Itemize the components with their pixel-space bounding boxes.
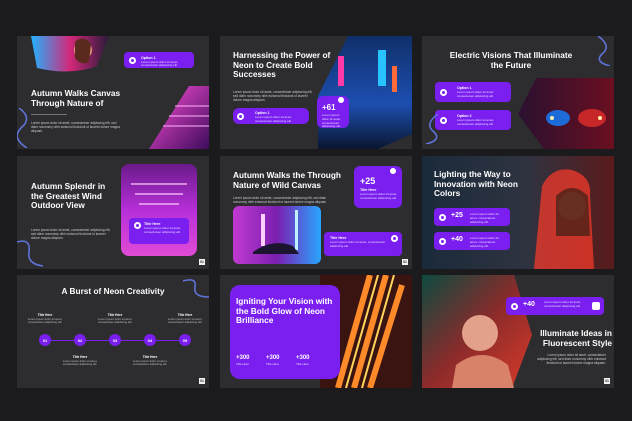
neon-car-photo [233,206,321,264]
timeline-step-05[interactable]: 05 [179,334,191,346]
stat-text: Lorem ipsum dolor sit amet, consectetuer… [470,212,499,224]
timeline-step-text: Lorem ipsum dolor sit amet, consectetuer… [167,317,203,325]
option-text: Lorem ipsum dolor sit amet, consectetuer… [141,59,179,68]
slide-body: Lorem ipsum dolor sit amet, consectetuer… [233,196,328,205]
slide-title: Autumn Splendr in the Greatest Wind Outd… [31,181,106,211]
card-dot-icon [391,235,398,242]
wave-decoration [597,36,611,66]
slide-8[interactable]: Igniting Your Vision with the Bold Glow … [220,275,412,388]
wave-decoration [17,240,43,267]
timeline-step-text: Lorem ipsum dolor sit amet, consectetuer… [62,359,98,367]
option-dot-icon [129,56,136,64]
slide-5[interactable]: Autumn Walks the Through Nature of Wild … [220,156,412,269]
stat-card-2[interactable]: +40 Lorem ipsum dolor sit amet, consecte… [434,232,510,250]
stat-text: Lorem ipsum dolor sit amet, consectetuer… [470,236,499,248]
stat-value: +300 [266,355,280,361]
slide-body: Lorem ipsum dolor sit amet, consectetuer… [31,121,120,134]
stat-card[interactable]: +40 Lorem ipsum dolor sit amet, consecte… [506,297,604,315]
slide-6[interactable]: Lighting the Way to Innovation with Neon… [422,156,614,269]
stat-dot [338,97,344,103]
stat-value: +300 [296,355,310,361]
option-card-1[interactable]: Option 1 Lorem ipsum dolor sit amet, con… [435,82,511,102]
option-dot-icon [440,88,447,96]
grid-icon [592,302,600,310]
timeline-step-03[interactable]: 03 [109,334,121,346]
template-preview-grid: Option 1 Lorem ipsum dolor sit amet, con… [0,0,632,421]
stat-card-1[interactable]: +25 Lorem ipsum dolor sit amet, consecte… [434,208,510,226]
timeline-step-04[interactable]: 04 [144,334,156,346]
slide-4[interactable]: Autumn Splendr in the Greatest Wind Outd… [17,156,209,269]
stat-dot-icon [439,213,446,221]
option-text: Lorem ipsum dolor sit amet, consectetuer… [255,115,293,123]
neon-tunnel-photo [149,86,209,149]
stat-dot-icon [511,302,518,310]
timeline-step-02[interactable]: 02 [74,334,86,346]
stat-label: Title Here [266,362,279,366]
slide-title: Autumn Walks the Through Nature of Wild … [233,170,342,190]
slide-title: A Burst of Neon Creativity [61,286,165,296]
wave-decoration [17,108,28,148]
option-dot-icon [237,112,244,120]
stat-value: +40 [523,301,535,308]
slide-3[interactable]: Electric Visions That Illuminate the Fut… [422,36,614,149]
option-card[interactable]: Option 1 Lorem ipsum dolor sit amet, con… [233,108,309,124]
hero-card[interactable]: Igniting Your Vision with the Bold Glow … [230,285,340,379]
slide-9[interactable]: +40 Lorem ipsum dolor sit amet, consecte… [422,275,614,388]
slide-7[interactable]: A Burst of Neon Creativity 01 01 Title He… [17,275,209,388]
stat-value: +25 [360,176,376,186]
slide-title: Igniting Your Vision with the Bold Glow … [236,296,333,326]
stat-label: Title Here [296,362,309,366]
stat-value: +40 [451,236,463,243]
stat-dot [390,168,396,174]
slide-body: Lorem ipsum dolor sit amet, consectetuer… [233,90,313,103]
slide-1[interactable]: Option 1 Lorem ipsum dolor sit amet, con… [17,36,209,149]
timeline-step-01[interactable]: 01 [39,334,51,346]
option-card-2[interactable]: Option 2 Lorem ipsum dolor sit amet, con… [435,110,511,130]
slide-2[interactable]: Harnessing the Power of Neon to Create B… [220,36,412,149]
page-number-badge: 01 [199,378,205,384]
stat-text: Lorem ipsum dolor sit amet, consectetuer… [360,192,398,200]
slide-body: Lorem ipsum dolor sit amet, consectetuer… [31,228,111,241]
stat-text: Lorem ipsum dolor sit amet, consectetuer… [544,300,582,308]
neon-portrait-photo [31,36,109,72]
card-text: Lorem ipsum dolor sit amet, consectetuer… [330,240,386,248]
title-card[interactable]: Title Here Lorem ipsum dolor sit amet, c… [129,218,189,244]
page-number-badge: 01 [199,259,205,265]
wave-decoration [183,279,209,298]
neon-portrait-photo [422,275,532,388]
page-number-badge: 01 [402,259,408,265]
stat-value: +25 [451,212,463,219]
title-card[interactable]: Title Here Lorem ipsum dolor sit amet, c… [324,232,402,256]
page-number-badge: 01 [604,378,610,384]
option-card[interactable]: Option 1 Lorem ipsum dolor sit amet, con… [124,52,194,68]
card-dot-icon [134,222,141,229]
slide-title: Lighting the Way to Innovation with Neon… [434,169,518,199]
stat-text: Lorem ipsum dolor sit amet, consectetuer… [322,113,341,129]
card-text: Lorem ipsum dolor sit amet, consectetuer… [144,226,182,234]
timeline-step-text: Lorem ipsum dolor sit amet, consectetuer… [132,359,168,367]
timeline-step-text: Lorem ipsum dolor sit amet, consectetuer… [27,317,63,325]
slide-title: Illuminate Ideas in Fluorescent Style [540,328,612,348]
option-text: Lorem ipsum dolor sit amet, consectetuer… [457,90,495,98]
neon-alley-photo [318,36,412,149]
stat-dot-icon [439,237,446,245]
slide-title: Autumn Walks Canvas Through Nature of [31,88,121,108]
neon-cars-photo [518,78,614,149]
stat-label: Title Here [236,362,249,366]
stat-value: +61 [322,103,336,112]
stat-card[interactable]: +61 Lorem ipsum dolor sit amet, consecte… [317,96,349,128]
timeline-step-text: Lorem ipsum dolor sit amet, consectetuer… [97,317,133,325]
wave-decoration [425,114,439,144]
slide-title: Electric Visions That Illuminate the Fut… [449,50,573,70]
stat-value: +300 [236,355,250,361]
option-text: Lorem ipsum dolor sit amet, consectetuer… [457,118,495,126]
slide-body: Lorem ipsum dolor sit amet, consectetuer… [537,353,606,366]
